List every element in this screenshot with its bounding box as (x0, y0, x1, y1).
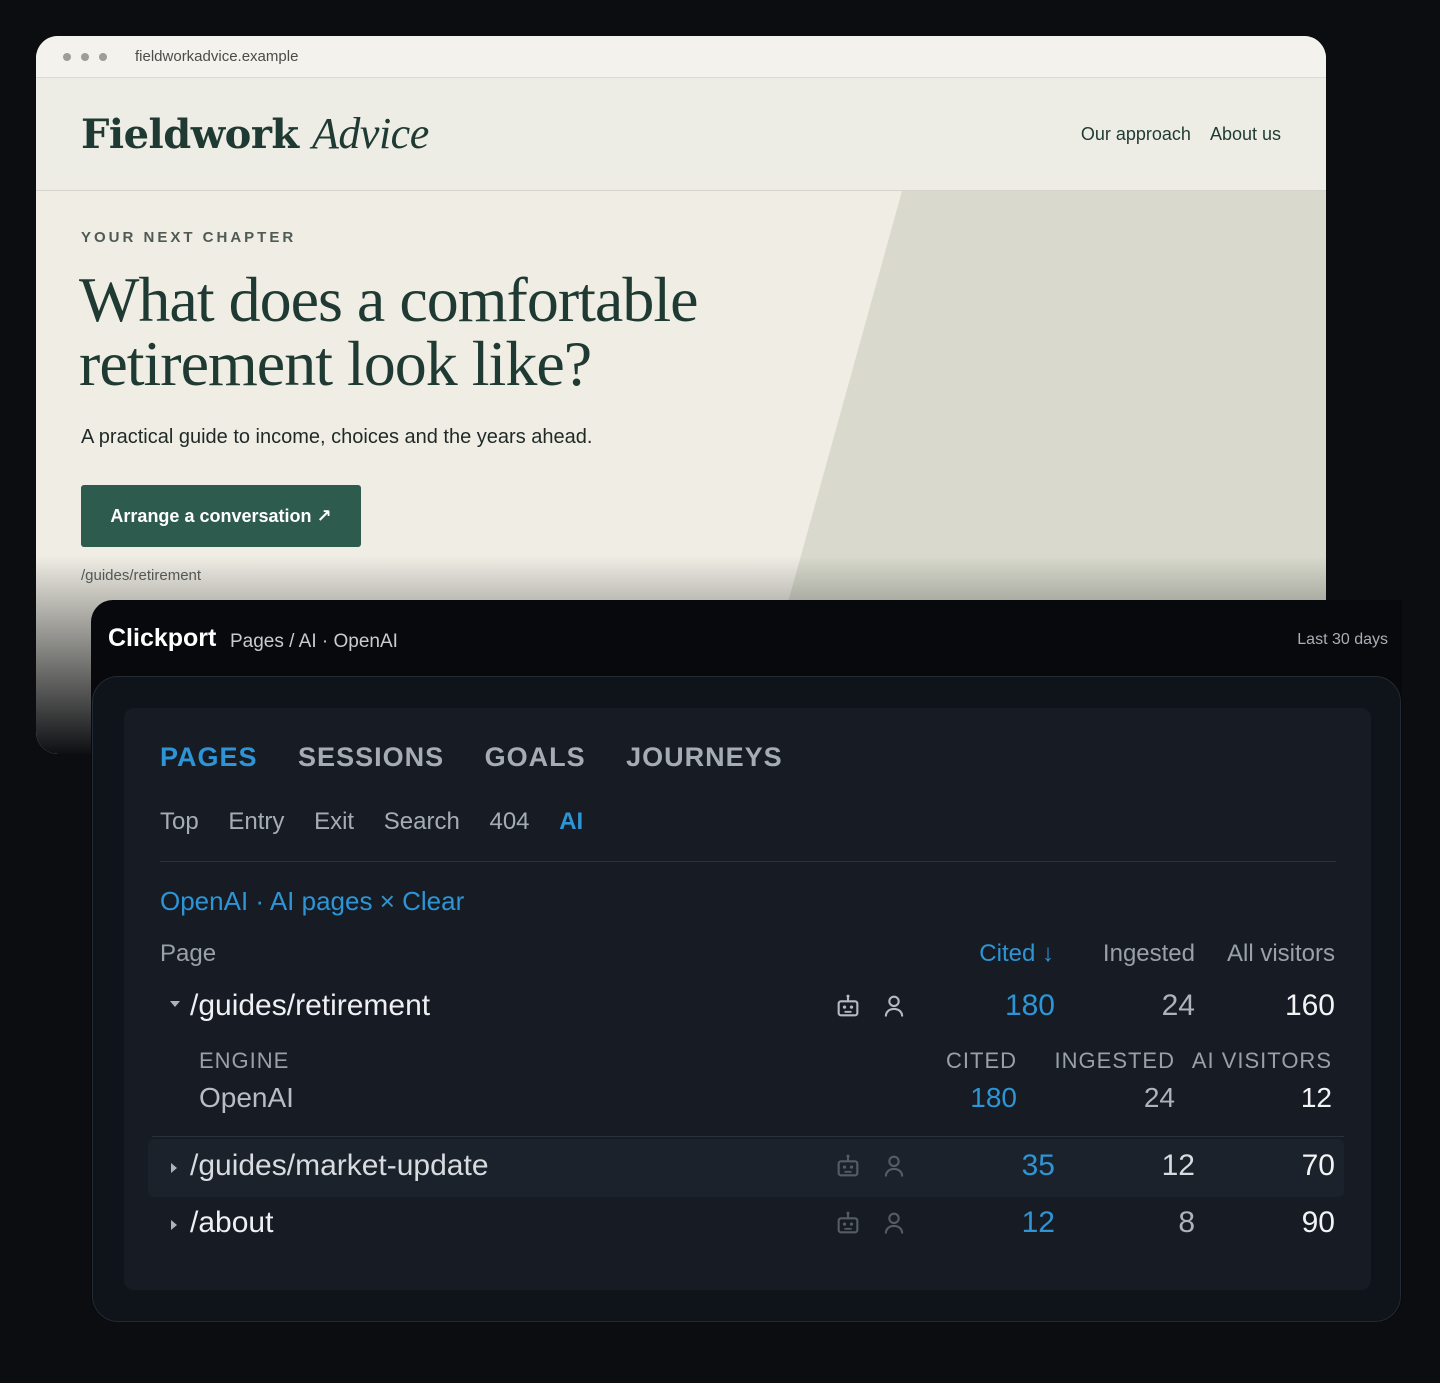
hero-eyebrow: YOUR NEXT CHAPTER (81, 229, 297, 246)
tab-pages[interactable]: PAGES (160, 742, 258, 773)
detail-cited-value: 180 (970, 1082, 1017, 1113)
window-zoom-dot[interactable] (99, 53, 107, 61)
column-header-cited[interactable]: Cited ↓ (979, 940, 1054, 968)
tab-journeys[interactable]: JOURNEYS (626, 742, 783, 773)
table-row[interactable]: /guides/retirement 180 24 160 (148, 979, 1344, 1037)
hero-title: What does a comfortable retirement look … (79, 264, 699, 399)
row-divider (152, 1136, 1344, 1137)
site-logo[interactable]: Fieldwork Advice (81, 108, 429, 159)
row-ingested-value: 12 (1161, 1149, 1195, 1182)
browser-chrome: fieldworkadvice.example (36, 36, 1326, 78)
tab-goals[interactable]: GOALS (485, 742, 586, 773)
site-nav: Our approach About us (1067, 124, 1281, 145)
logo-main: Fieldwork (81, 111, 299, 158)
column-header-ingested[interactable]: Ingested (1103, 940, 1195, 968)
active-filter: OpenAI · AI pages × Clear (160, 886, 464, 917)
table-row[interactable]: /about 12 8 90 (148, 1196, 1344, 1254)
robot-icon[interactable] (834, 1209, 862, 1237)
collapse-caret-icon[interactable] (171, 1163, 177, 1173)
address-bar[interactable]: fieldworkadvice.example (135, 48, 298, 65)
logo-accent: Advice (312, 109, 429, 158)
detail-ingested-value: 24 (1143, 1082, 1175, 1113)
detail-header-ai-visitors: AI VISITORS (1191, 1048, 1332, 1073)
panel-header: Clickport Pages / AI · OpenAI Last 30 da… (91, 600, 1402, 674)
person-icon[interactable] (880, 1152, 908, 1180)
detail-header-ingested: INGESTED (1054, 1048, 1175, 1073)
detail-ai-visitors-value: 12 (1300, 1082, 1332, 1113)
subtab-entry[interactable]: Entry (228, 808, 284, 836)
pages-card: PAGES SESSIONS GOALS JOURNEYS Top Entry … (124, 708, 1371, 1290)
subtab-404[interactable]: 404 (489, 808, 529, 836)
row-cited-value: 12 (1021, 1206, 1055, 1239)
window-close-dot[interactable] (63, 53, 71, 61)
person-icon[interactable] (880, 992, 908, 1020)
nav-our-approach[interactable]: Our approach (1081, 124, 1191, 144)
subtab-ai[interactable]: AI (559, 808, 583, 836)
panel-frame: PAGES SESSIONS GOALS JOURNEYS Top Entry … (92, 676, 1401, 1322)
row-page-path[interactable]: /guides/retirement (190, 989, 430, 1023)
column-header-all-visitors[interactable]: All visitors (1227, 940, 1335, 968)
app-logo[interactable]: Clickport (108, 624, 216, 653)
breadcrumb[interactable]: Pages / AI · OpenAI (230, 631, 398, 653)
person-icon[interactable] (880, 1209, 908, 1237)
subtab-exit[interactable]: Exit (314, 808, 354, 836)
collapse-caret-icon[interactable] (171, 1220, 177, 1230)
main-tabs: PAGES SESSIONS GOALS JOURNEYS (160, 742, 815, 773)
row-ingested-value: 24 (1161, 989, 1195, 1022)
tab-sessions[interactable]: SESSIONS (298, 742, 444, 773)
clear-filter-button[interactable]: × Clear (380, 886, 465, 916)
nav-about-us[interactable]: About us (1210, 124, 1281, 144)
row-all-visitors-value: 90 (1301, 1206, 1335, 1239)
arrange-conversation-button[interactable]: Arrange a conversation ↗ (81, 485, 361, 547)
sub-tabs: Top Entry Exit Search 404 AI (160, 808, 606, 836)
site-header: Fieldwork Advice Our approach About us (36, 78, 1326, 191)
subtab-search[interactable]: Search (384, 808, 460, 836)
robot-icon[interactable] (834, 992, 862, 1020)
date-range-selector[interactable]: Last 30 days (1297, 631, 1388, 649)
expand-caret-icon[interactable] (170, 1001, 180, 1007)
page-path-label: /guides/retirement (81, 567, 202, 584)
filter-label[interactable]: OpenAI · AI pages (160, 886, 372, 916)
subtab-top[interactable]: Top (160, 808, 199, 836)
column-header-page: Page (160, 940, 217, 967)
hero-subtitle: A practical guide to income, choices and… (81, 426, 593, 448)
analytics-panel: Clickport Pages / AI · OpenAI Last 30 da… (91, 600, 1402, 1322)
row-all-visitors-value: 160 (1284, 989, 1335, 1022)
row-ingested-value: 8 (1178, 1206, 1195, 1239)
row-cited-value: 180 (1004, 989, 1055, 1022)
window-minimize-dot[interactable] (81, 53, 89, 61)
row-page-path[interactable]: /guides/market-update (190, 1149, 489, 1183)
detail-header-engine: ENGINE (199, 1048, 290, 1073)
detail-engine-value: OpenAI (199, 1082, 294, 1113)
robot-icon[interactable] (834, 1152, 862, 1180)
row-cited-value: 35 (1021, 1149, 1055, 1182)
table-row[interactable]: /guides/market-update 35 12 70 (148, 1139, 1344, 1197)
row-page-path[interactable]: /about (190, 1206, 273, 1240)
tabs-divider (160, 861, 1336, 862)
detail-header-cited: CITED (946, 1048, 1017, 1073)
row-all-visitors-value: 70 (1301, 1149, 1335, 1182)
